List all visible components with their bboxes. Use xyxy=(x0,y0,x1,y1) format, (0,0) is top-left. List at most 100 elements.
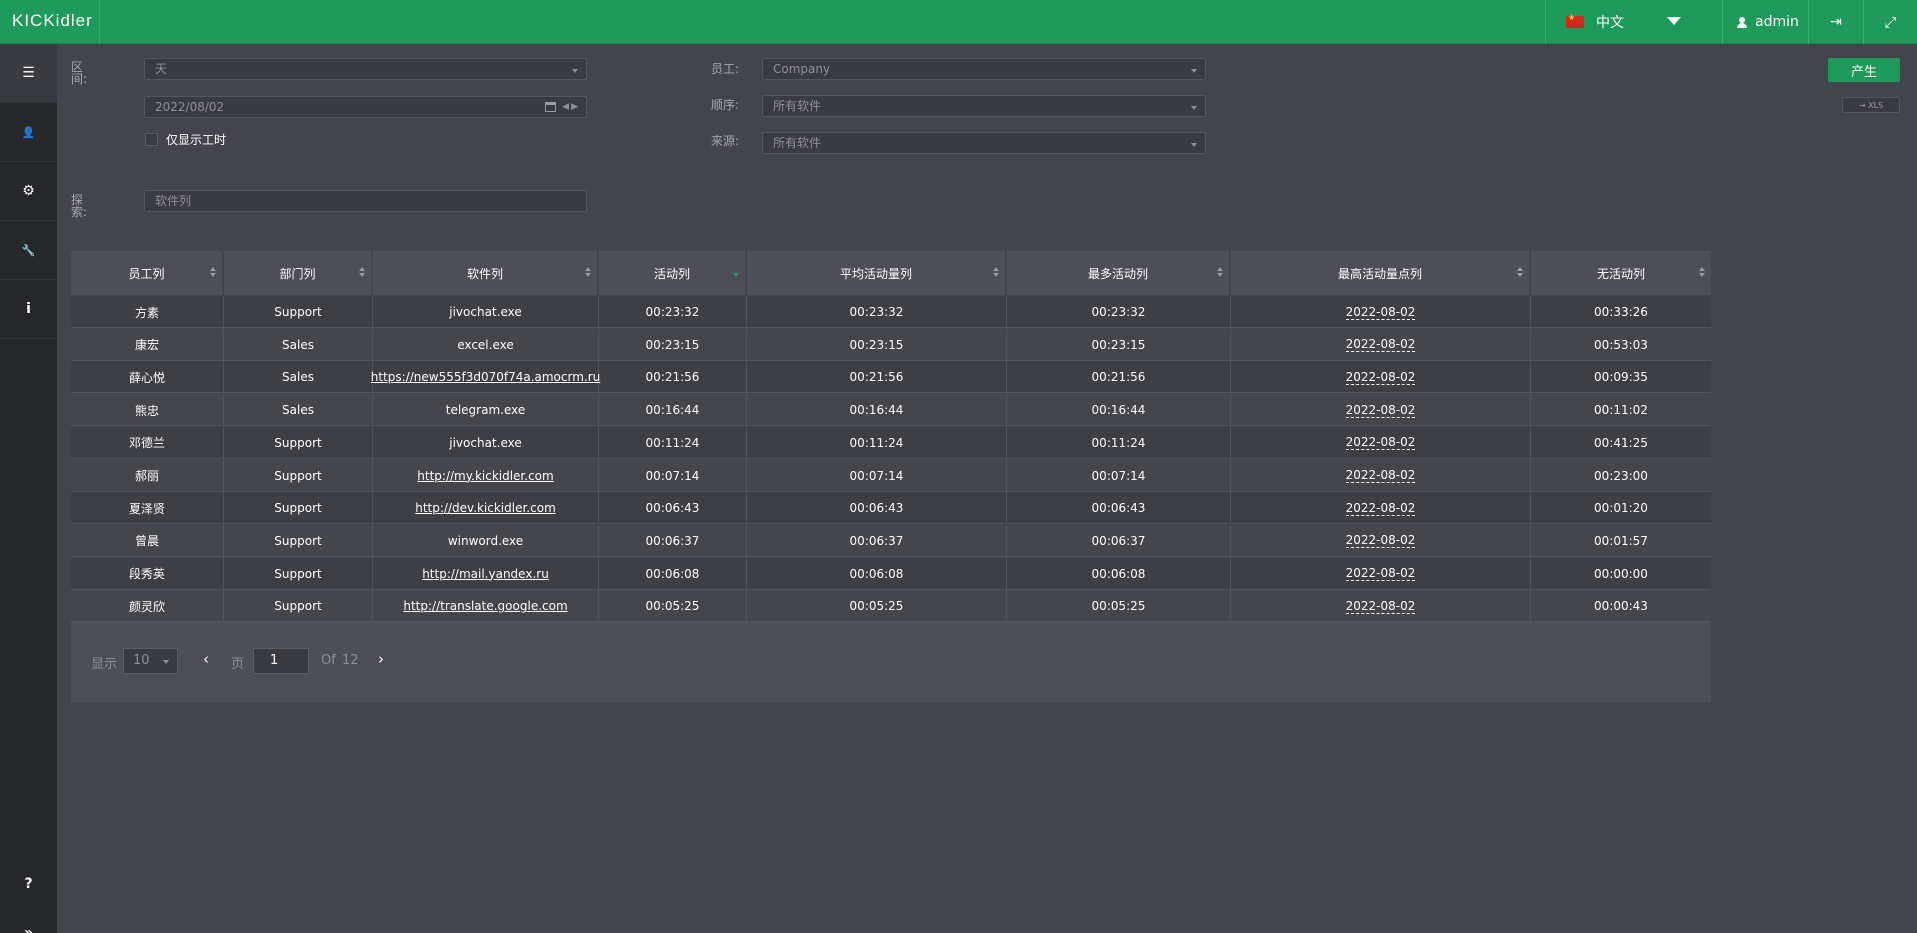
sort-icon xyxy=(585,267,591,279)
software-link[interactable]: http://mail.yandex.ru xyxy=(422,567,549,581)
peak-date-link[interactable]: 2022-08-02 xyxy=(1345,468,1416,483)
total-pages: 12 xyxy=(342,653,359,668)
sidebar-item-info[interactable]: i xyxy=(0,280,57,339)
cell-activity: 00:11:24 xyxy=(599,426,747,459)
cell-department-text: Support xyxy=(274,305,322,319)
collapse-sidebar-button[interactable]: » xyxy=(0,913,57,933)
search-placeholder: 软件列 xyxy=(155,194,192,208)
source-value: 所有软件 xyxy=(773,136,822,150)
cell-peak-activity: 2022-08-02 xyxy=(1231,590,1531,623)
order-select[interactable]: 所有软件 xyxy=(762,95,1206,117)
help-button[interactable]: ? xyxy=(0,864,57,904)
cell-avg-activity-text: 00:06:43 xyxy=(849,501,904,516)
employee-select[interactable]: Company xyxy=(762,58,1206,80)
info-icon: i xyxy=(26,301,31,317)
cell-max-activity-text: 00:07:14 xyxy=(1091,468,1146,483)
sort-icon xyxy=(1517,267,1523,279)
cell-employee-text: 段秀英 xyxy=(128,567,165,582)
cell-software-text: jivochat.exe xyxy=(449,435,522,450)
column-header-idle[interactable]: 无活动列 xyxy=(1531,251,1711,295)
cell-idle-text: 00:09:35 xyxy=(1594,370,1648,385)
cell-department-text: Support xyxy=(274,533,322,548)
top-bar: KICKidler 中文 admin ⇥ ⤢ xyxy=(0,0,1917,44)
column-header-software[interactable]: 软件列 xyxy=(373,251,599,295)
software-link[interactable]: https://new555f3d070f74a.amocrm.ru xyxy=(371,370,601,384)
work-hours-checkbox[interactable] xyxy=(145,133,158,146)
cell-activity: 00:07:14 xyxy=(599,459,747,492)
cell-employee-text: 薛心悦 xyxy=(128,370,165,385)
date-step-arrows[interactable]: ◀▶ xyxy=(562,97,580,117)
peak-date-link[interactable]: 2022-08-02 xyxy=(1345,566,1416,582)
cell-avg-activity-text: 00:07:14 xyxy=(849,468,904,483)
chevron-down-icon xyxy=(1667,17,1681,25)
language-selector[interactable]: 中文 xyxy=(1545,0,1695,44)
logo-divider xyxy=(99,0,100,44)
page-size-value: 10 xyxy=(133,653,150,668)
sidebar-item-tools[interactable]: 🔧 xyxy=(0,221,57,280)
column-header-department[interactable]: 部门列 xyxy=(224,251,373,295)
peak-date-link[interactable]: 2022-08-02 xyxy=(1345,370,1416,385)
user-icon xyxy=(1737,16,1747,28)
peak-date-link[interactable]: 2022-08-02 xyxy=(1345,337,1416,353)
cell-department-text: Support xyxy=(274,435,322,450)
software-link[interactable]: http://my.kickidler.com xyxy=(417,469,553,483)
date-value: 2022/08/02 xyxy=(155,100,225,114)
sidebar-item-employees[interactable]: 👤 xyxy=(0,103,57,162)
question-icon: ? xyxy=(24,876,33,892)
prev-page-button[interactable]: ‹ xyxy=(203,650,209,668)
sidebar-item-settings[interactable]: ⚙ xyxy=(0,162,57,221)
page-number-input[interactable]: 1 xyxy=(253,648,309,674)
cell-employee: 方素 xyxy=(71,296,224,328)
table-row: 方素 Support jivochat.exe 00:23:32 00:23:32 00:… xyxy=(71,296,1711,328)
fullscreen-button[interactable]: ⤢ xyxy=(1863,0,1917,44)
export-xls-button[interactable]: → XLS xyxy=(1842,97,1900,113)
cell-max-activity-text: 00:11:24 xyxy=(1091,435,1146,450)
peak-date-link[interactable]: 2022-08-02 xyxy=(1345,435,1416,451)
cell-peak-activity: 2022-08-02 xyxy=(1231,426,1531,459)
column-header-employee[interactable]: 员工列 xyxy=(71,251,224,295)
cell-activity: 00:23:15 xyxy=(599,328,747,361)
cell-software-text: winword.exe xyxy=(447,533,524,548)
generate-button[interactable]: 产生 xyxy=(1828,58,1900,82)
app-logo[interactable]: KICKidler xyxy=(12,11,93,31)
search-input[interactable]: 软件列 xyxy=(144,190,587,212)
date-picker[interactable]: 2022/08/02 ◀▶ xyxy=(144,96,587,118)
peak-date-link[interactable]: 2022-08-02 xyxy=(1345,533,1416,549)
order-value: 所有软件 xyxy=(773,99,822,113)
software-link[interactable]: http://translate.google.com xyxy=(403,599,567,613)
username: admin xyxy=(1755,14,1799,30)
peak-date-link[interactable]: 2022-08-02 xyxy=(1345,305,1416,320)
cell-avg-activity-text: 00:23:32 xyxy=(849,305,904,319)
cell-department-text: Support xyxy=(274,501,322,516)
page-size-select[interactable]: 10 xyxy=(123,648,178,674)
calendar-icon[interactable] xyxy=(545,102,556,112)
column-header-peak-activity[interactable]: 最高活动量点列 xyxy=(1231,251,1531,295)
source-label: 来源: xyxy=(711,134,740,148)
software-link[interactable]: http://dev.kickidler.com xyxy=(415,501,556,515)
cell-peak-activity: 2022-08-02 xyxy=(1231,361,1531,394)
cell-max-activity: 00:11:24 xyxy=(1007,426,1231,459)
cell-avg-activity-text: 00:11:24 xyxy=(849,435,904,450)
cell-employee-text: 熊忠 xyxy=(134,403,159,418)
cell-idle-text: 00:53:03 xyxy=(1594,337,1648,352)
sort-icon xyxy=(1699,267,1705,279)
logout-button[interactable]: ⇥ xyxy=(1808,0,1863,44)
cell-max-activity-text: 00:06:08 xyxy=(1091,566,1146,581)
column-header-activity[interactable]: 活动列 xyxy=(599,251,747,295)
cell-employee-text: 郝丽 xyxy=(134,469,159,483)
period-select[interactable]: 天 xyxy=(144,58,587,80)
cell-max-activity: 00:06:37 xyxy=(1007,524,1231,557)
column-header-avg-activity[interactable]: 平均活动量列 xyxy=(747,251,1007,295)
cell-max-activity: 00:07:14 xyxy=(1007,459,1231,492)
cell-max-activity: 00:23:15 xyxy=(1007,328,1231,361)
peak-date-link[interactable]: 2022-08-02 xyxy=(1345,501,1416,516)
show-label: 显示 xyxy=(91,657,118,672)
source-select[interactable]: 所有软件 xyxy=(762,132,1206,154)
cell-max-activity: 00:06:08 xyxy=(1007,557,1231,590)
peak-date-link[interactable]: 2022-08-02 xyxy=(1345,403,1416,418)
peak-date-link[interactable]: 2022-08-02 xyxy=(1345,599,1416,614)
column-header-max-activity[interactable]: 最多活动列 xyxy=(1007,251,1231,295)
next-page-button[interactable]: › xyxy=(378,650,384,668)
sidebar-item-reports[interactable]: ☰ xyxy=(0,44,57,103)
cell-software: excel.exe xyxy=(373,328,599,361)
